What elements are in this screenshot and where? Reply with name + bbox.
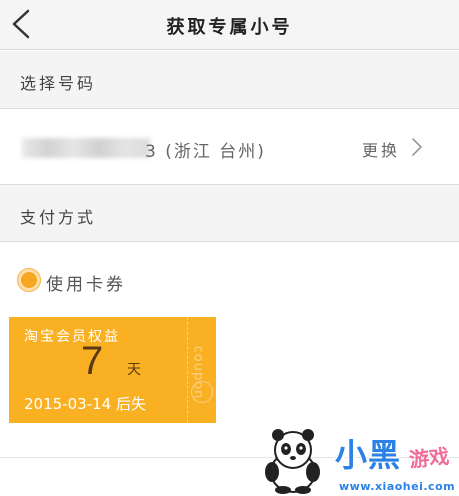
coupon-divider (187, 317, 188, 423)
section-label-payment: 支付方式 (20, 208, 97, 227)
use-coupon-label: 使用卡券 (46, 275, 126, 295)
coupon-days: 7 (81, 339, 104, 383)
change-number-button[interactable]: 更换 (362, 137, 400, 161)
chevron-right-icon[interactable] (410, 136, 424, 158)
number-region-text: 3 (浙江 台州) (145, 142, 266, 162)
page-title: 获取专属小号 (166, 17, 293, 38)
navigation-bar: 获取专属小号 (0, 0, 459, 50)
coupon-decoration-icon (191, 381, 213, 403)
number-select-row[interactable]: 3 (浙江 台州) 更换 (0, 110, 459, 184)
coupon-expiry: 2015-03-14 后失 (24, 395, 146, 413)
coupon-card[interactable]: 淘宝会员权益 7 天 2015-03-14 后失 coupon (9, 317, 216, 423)
watermark-brand-sub: 游戏 (408, 443, 451, 473)
watermark-brand: 小黑 (335, 436, 402, 474)
watermark-logo: 小黑 游戏 www.xiaohei.com (263, 428, 459, 496)
radio-selected-icon[interactable] (18, 269, 40, 291)
number-blurred (22, 138, 150, 158)
section-label-number: 选择号码 (20, 74, 97, 93)
section-header-number: 选择号码 (0, 51, 459, 109)
coupon-title: 淘宝会员权益 (24, 329, 120, 345)
panda-mascot-icon (265, 429, 320, 494)
coupon-days-unit: 天 (127, 362, 141, 378)
section-header-payment: 支付方式 (0, 184, 459, 242)
watermark-site: www.xiaohei.com (339, 480, 456, 493)
